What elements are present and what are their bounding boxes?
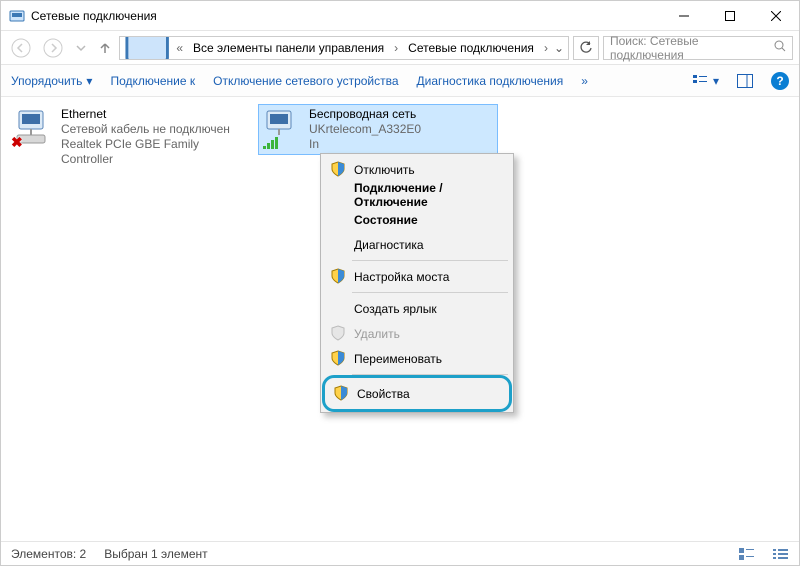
shield-icon xyxy=(330,268,346,284)
chevron-down-icon: ▾ xyxy=(713,74,719,88)
status-selected: Выбран 1 элемент xyxy=(104,547,207,561)
menu-rename[interactable]: Переименовать xyxy=(324,346,510,371)
diagnose-button[interactable]: Диагностика подключения xyxy=(417,74,564,88)
chevron-down-icon: ▾ xyxy=(86,74,92,88)
shield-icon xyxy=(330,325,346,341)
breadcrumb-item[interactable]: Все элементы панели управления xyxy=(189,41,388,55)
app-icon xyxy=(9,8,25,24)
address-row: « Все элементы панели управления › Сетев… xyxy=(1,31,799,65)
command-bar: Упорядочить ▾ Подключение к Отключение с… xyxy=(1,65,799,97)
item-device: In xyxy=(309,137,421,152)
disable-device-button[interactable]: Отключение сетевого устройства xyxy=(213,74,398,88)
menu-delete: Удалить xyxy=(324,321,510,346)
ethernet-icon: ✖ xyxy=(13,107,55,149)
overflow-chevron[interactable]: » xyxy=(581,74,588,88)
view-options-button[interactable]: ▾ xyxy=(693,74,719,88)
maximize-button[interactable] xyxy=(707,1,753,30)
shield-icon xyxy=(330,161,346,177)
shield-icon xyxy=(330,350,346,366)
status-count: Элементов: 2 xyxy=(11,547,86,561)
menu-properties[interactable]: Свойства xyxy=(327,381,507,406)
search-input[interactable]: Поиск: Сетевые подключения xyxy=(603,36,793,60)
item-device: Realtek PCIe GBE Family Controller xyxy=(61,137,247,167)
view-large-icons-button[interactable] xyxy=(739,548,755,560)
menu-create-shortcut[interactable]: Создать ярлык xyxy=(324,296,510,321)
organize-menu[interactable]: Упорядочить ▾ xyxy=(11,74,92,88)
menu-separator xyxy=(352,292,508,293)
view-details-button[interactable] xyxy=(773,548,789,560)
highlight-ring: Свойства xyxy=(322,375,512,412)
item-name: Беспроводная сеть xyxy=(309,107,421,122)
address-bar[interactable]: « Все элементы панели управления › Сетев… xyxy=(119,36,569,60)
signal-bars-icon xyxy=(263,137,279,149)
item-status: UKrtelecom_A332E0 xyxy=(309,122,421,137)
connection-ethernet[interactable]: ✖ Ethernet Сетевой кабель не подключен R… xyxy=(11,105,249,169)
refresh-button[interactable] xyxy=(573,36,599,60)
location-icon xyxy=(124,36,170,60)
shield-icon xyxy=(333,385,349,401)
item-name: Ethernet xyxy=(61,107,247,122)
nav-forward-button[interactable] xyxy=(39,36,67,60)
title-bar: Сетевые подключения xyxy=(1,1,799,31)
search-icon xyxy=(774,40,786,55)
disconnected-icon: ✖ xyxy=(11,134,23,151)
item-status: Сетевой кабель не подключен xyxy=(61,122,247,137)
menu-bridge[interactable]: Настройка моста xyxy=(324,264,510,289)
breadcrumb-item[interactable]: Сетевые подключения xyxy=(404,41,538,55)
status-bar: Элементов: 2 Выбран 1 элемент xyxy=(1,541,799,565)
chevron-right-icon: › xyxy=(542,41,550,55)
chevron-right-icon: › xyxy=(392,41,400,55)
search-placeholder: Поиск: Сетевые подключения xyxy=(610,34,774,62)
context-menu: Отключить Подключение / Отключение Состо… xyxy=(320,153,514,413)
window-title: Сетевые подключения xyxy=(31,9,157,23)
connect-to-button[interactable]: Подключение к xyxy=(110,74,195,88)
chevron-left-icon: « xyxy=(174,41,185,55)
menu-status[interactable]: Состояние xyxy=(324,207,510,232)
address-dropdown[interactable]: ⌄ xyxy=(554,41,564,55)
menu-disable[interactable]: Отключить xyxy=(324,157,510,182)
nav-up-button[interactable] xyxy=(95,36,115,60)
menu-connect[interactable]: Подключение / Отключение xyxy=(324,182,510,207)
preview-pane-button[interactable] xyxy=(737,74,753,88)
window-controls xyxy=(661,1,799,30)
content-area: ✖ Ethernet Сетевой кабель не подключен R… xyxy=(1,97,799,533)
minimize-button[interactable] xyxy=(661,1,707,30)
nav-back-button[interactable] xyxy=(7,36,35,60)
help-button[interactable]: ? xyxy=(771,72,789,90)
connection-wireless[interactable]: Беспроводная сеть UKrtelecom_A332E0 In xyxy=(259,105,497,154)
close-button[interactable] xyxy=(753,1,799,30)
menu-separator xyxy=(352,260,508,261)
wireless-icon xyxy=(261,107,303,149)
nav-recent-button[interactable] xyxy=(71,36,91,60)
menu-diagnose[interactable]: Диагностика xyxy=(324,232,510,257)
